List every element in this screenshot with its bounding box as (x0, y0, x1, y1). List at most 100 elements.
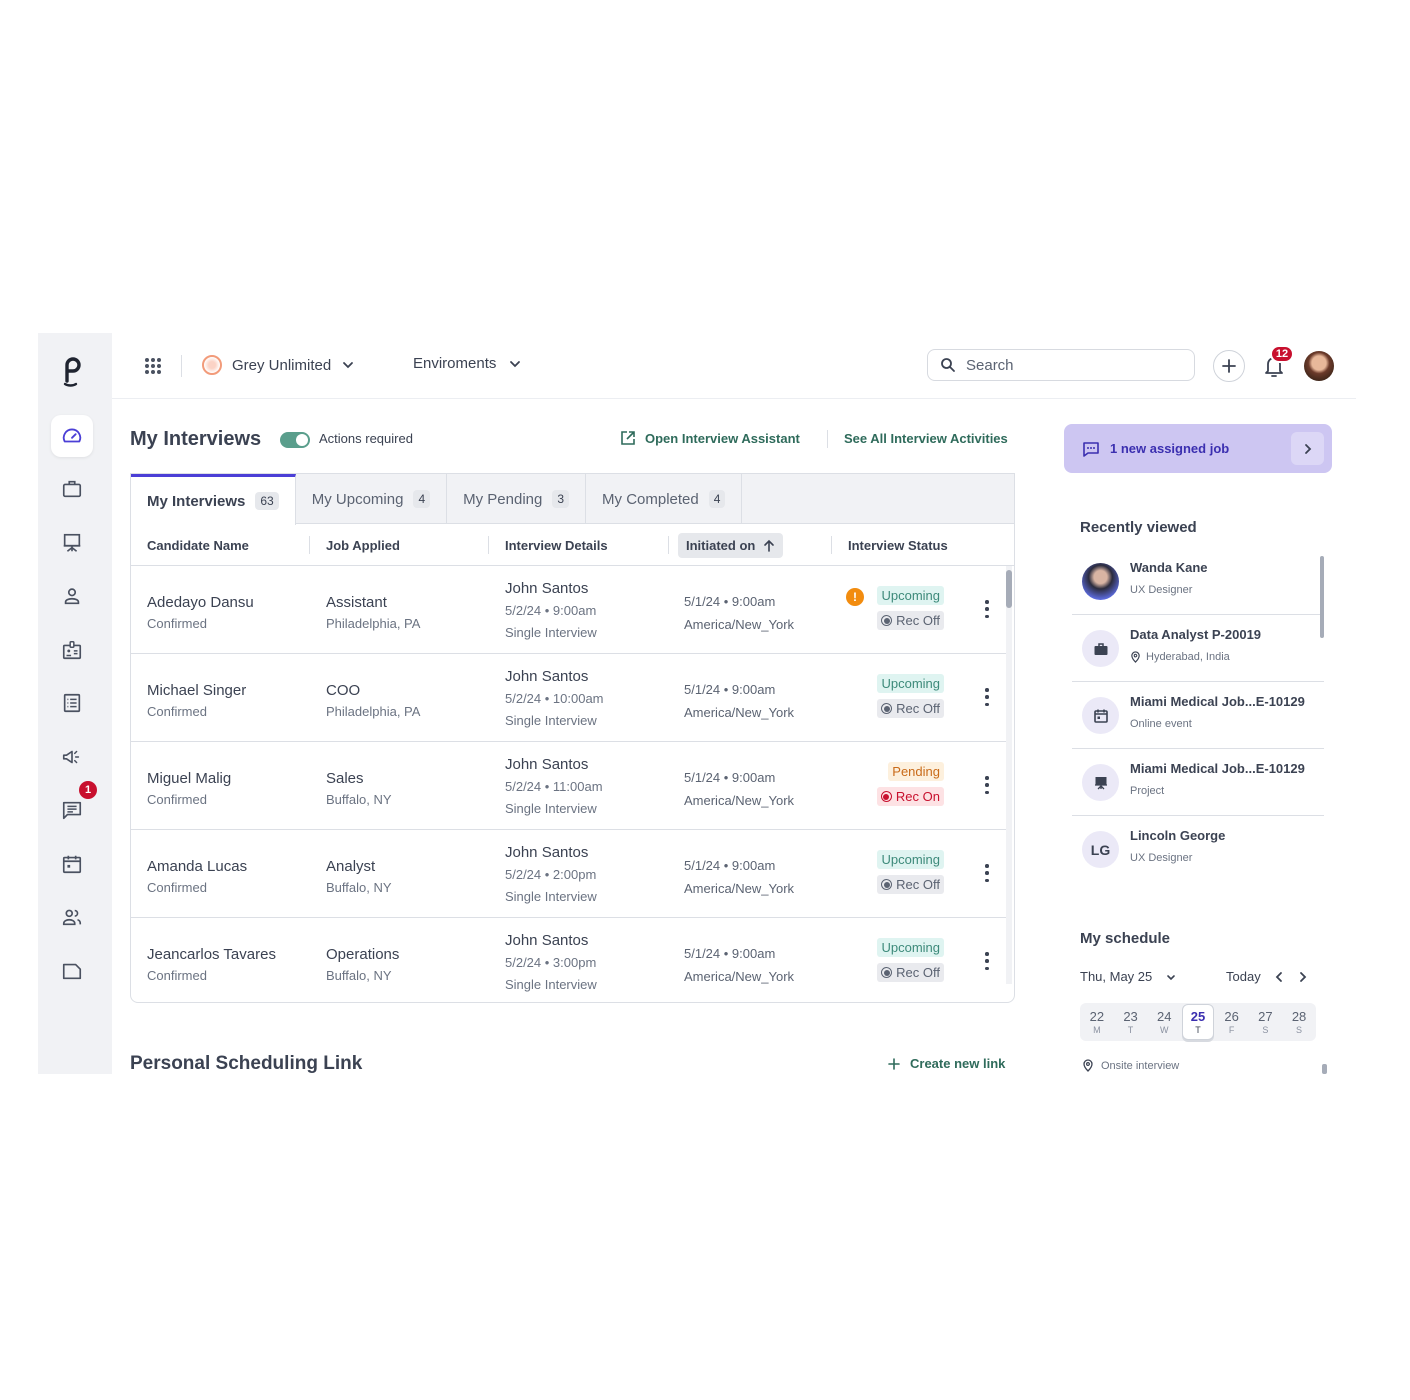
job-title[interactable]: Sales (326, 768, 392, 790)
day[interactable]: 27 S (1249, 1004, 1281, 1040)
candidate-name[interactable]: Jeancarlos Tavares (147, 944, 276, 966)
new-assigned-job-banner[interactable]: 1 new assigned job (1064, 424, 1332, 473)
initiated-datetime: 5/1/24 • 9:00am (684, 946, 776, 961)
interview-type: Single Interview (505, 977, 597, 992)
rail-item-candidates[interactable] (51, 575, 93, 617)
recording-badge: Rec Off (877, 875, 944, 894)
rail-item-campaigns[interactable] (51, 736, 93, 778)
candidate-name[interactable]: Miguel Malig (147, 768, 231, 790)
schedule-scrollbar[interactable] (1322, 1064, 1327, 1074)
initiated-timezone: America/New_York (684, 617, 795, 632)
candidate-name[interactable]: Adedayo Dansu (147, 592, 254, 614)
col-candidate-name[interactable]: Candidate Name (147, 524, 249, 566)
table-row[interactable]: Adedayo Dansu Confirmed Assistant Philadelp… (131, 566, 1006, 654)
job-cell: COO Philadelphia, PA (326, 680, 420, 722)
row-more-menu-icon[interactable] (984, 776, 990, 794)
chevron-left-icon[interactable] (1273, 971, 1285, 983)
tab-my-interviews[interactable]: My Interviews 63 (131, 474, 296, 525)
recently-viewed-item[interactable]: Wanda Kane UX Designer (1072, 548, 1324, 615)
row-more-menu-icon[interactable] (984, 600, 990, 618)
job-title[interactable]: COO (326, 680, 420, 702)
status-cell: Pending Rec On (876, 762, 944, 806)
open-interview-assistant-link[interactable]: Open Interview Assistant (620, 430, 800, 446)
recently-viewed-scrollbar[interactable] (1320, 556, 1324, 638)
new-assigned-job-label: 1 new assigned job (1110, 441, 1230, 456)
tab-label: My Pending (463, 490, 543, 508)
rail-item-calendar[interactable] (51, 843, 93, 885)
scroll-thumb[interactable] (1006, 570, 1012, 608)
app-logo[interactable] (60, 357, 86, 387)
create-new-link-button[interactable]: Create new link (888, 1056, 1005, 1071)
rail-item-messages[interactable]: 1 (51, 781, 97, 831)
sort-ascending-icon (764, 539, 775, 552)
col-initiated-on[interactable]: Initiated on (678, 524, 784, 566)
candidate-name[interactable]: Amanda Lucas (147, 856, 247, 878)
col-divider (309, 536, 310, 554)
app-grid-icon[interactable] (144, 357, 162, 375)
recently-viewed-item[interactable]: LG Lincoln George UX Designer (1072, 816, 1324, 883)
day-number: 24 (1157, 1008, 1172, 1024)
rail-item-documents[interactable] (51, 950, 93, 992)
candidate-name[interactable]: Michael Singer (147, 680, 246, 702)
day[interactable]: 24 W (1148, 1004, 1180, 1040)
org-selector[interactable]: Grey Unlimited (202, 355, 355, 375)
schedule-nav: Today (1226, 969, 1309, 984)
recently-viewed-item[interactable]: Miami Medical Job...E-10129 Online event (1072, 682, 1324, 749)
chat-icon (1083, 441, 1099, 457)
status-cell: Upcoming Rec Off (877, 938, 944, 982)
org-name: Grey Unlimited (232, 356, 332, 374)
initiated-datetime: 5/1/24 • 9:00am (684, 594, 776, 609)
job-title[interactable]: Analyst (326, 856, 392, 878)
day-of-week: T (1127, 1024, 1134, 1035)
recent-subtitle: UX Designer (1130, 584, 1192, 596)
see-all-activities-link[interactable]: See All Interview Activities (844, 431, 1008, 446)
recently-viewed-item[interactable]: Miami Medical Job...E-10129 Project (1072, 749, 1324, 816)
interview-type: Single Interview (505, 801, 597, 816)
initiated-cell: 5/1/24 • 9:00am America/New_York (684, 766, 794, 812)
schedule-date-picker[interactable]: Thu, May 25 (1080, 969, 1178, 984)
day[interactable]: 28 S (1283, 1004, 1315, 1040)
job-title[interactable]: Assistant (326, 592, 420, 614)
day-selected[interactable]: 25 T (1181, 1004, 1214, 1040)
rail-item-lists[interactable] (51, 682, 93, 724)
tab-my-completed[interactable]: My Completed 4 (586, 474, 743, 524)
row-more-menu-icon[interactable] (984, 864, 990, 882)
tab-label: My Interviews (147, 492, 246, 510)
rail-item-jobs[interactable] (51, 468, 93, 510)
recently-viewed-item[interactable]: Data Analyst P-20019 Hyderabad, India (1072, 615, 1324, 682)
job-cell: Analyst Buffalo, NY (326, 856, 392, 898)
assigned-job-open-button[interactable] (1291, 432, 1324, 465)
day[interactable]: 23 T (1115, 1004, 1147, 1040)
recording-badge: Rec Off (877, 611, 944, 630)
table-scrollbar[interactable] (1006, 566, 1012, 984)
table-row[interactable]: Michael Singer Confirmed COO Philadelphia, … (131, 654, 1006, 742)
table-row[interactable]: Amanda Lucas Confirmed Analyst Buffalo, NY J… (131, 830, 1006, 918)
today-button[interactable]: Today (1226, 969, 1261, 984)
col-initiated-label: Initiated on (686, 537, 756, 553)
tab-my-pending[interactable]: My Pending 3 (447, 474, 587, 524)
presentation-icon (63, 533, 81, 552)
schedule-event-onsite[interactable]: Onsite interview (1082, 1059, 1179, 1072)
job-title[interactable]: Operations (326, 944, 399, 966)
col-job-applied[interactable]: Job Applied (326, 524, 400, 566)
rail-item-employees[interactable] (51, 629, 93, 671)
rail-item-projects[interactable] (51, 522, 93, 564)
record-icon (880, 791, 892, 802)
day[interactable]: 22 M (1081, 1004, 1113, 1040)
warning-icon[interactable]: ! (846, 588, 864, 606)
onsite-label: Onsite interview (1101, 1059, 1180, 1072)
actions-required-toggle[interactable] (280, 432, 310, 448)
col-interview-status[interactable]: Interview Status (848, 524, 948, 566)
rail-item-teams[interactable] (51, 896, 93, 938)
table-row[interactable]: Miguel Malig Confirmed Sales Buffalo, NY Joh… (131, 742, 1006, 830)
tab-my-upcoming[interactable]: My Upcoming 4 (296, 474, 448, 524)
table-row[interactable]: Jeancarlos Tavares Confirmed Operations Buf… (131, 918, 1006, 1002)
col-interview-details[interactable]: Interview Details (505, 524, 608, 566)
chevron-right-icon[interactable] (1297, 971, 1309, 983)
day[interactable]: 26 F (1216, 1004, 1248, 1040)
interview-tabs: My Interviews 63 My Upcoming 4 My Pendin… (131, 474, 1014, 525)
environments-selector[interactable]: Enviroments (413, 355, 522, 372)
row-more-menu-icon[interactable] (984, 688, 990, 706)
row-more-menu-icon[interactable] (984, 952, 990, 970)
rail-item-dashboard[interactable] (51, 415, 93, 457)
